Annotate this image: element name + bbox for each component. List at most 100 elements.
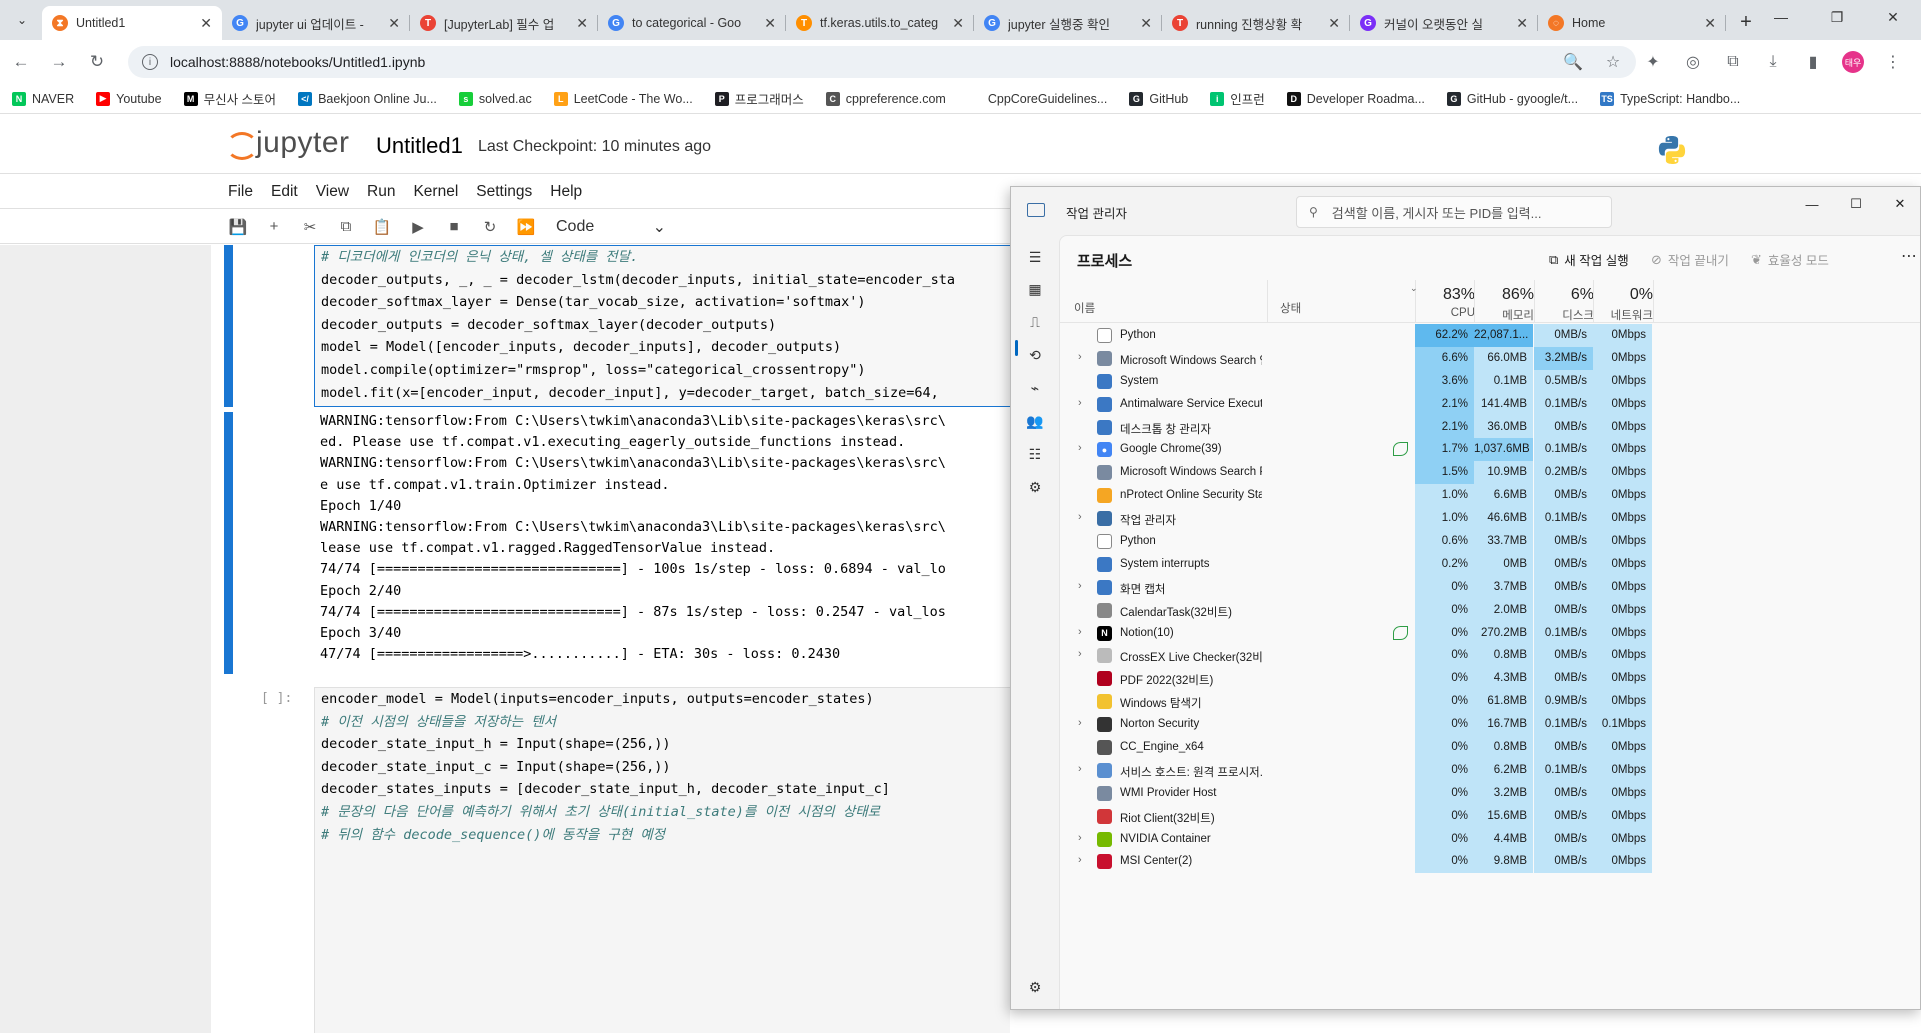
bookmark-item[interactable]: L LeetCode - The Wo... (553, 91, 693, 106)
process-row[interactable]: › CrossEX Live Checker(32비트) 0% 0.8MB 0MB/s 0… (1060, 644, 1920, 668)
jupyter-logo[interactable]: jupyter (226, 126, 350, 160)
run-icon[interactable]: ▶ (400, 213, 436, 241)
bookmark-star-icon[interactable]: ☆ (1597, 46, 1629, 78)
process-row[interactable]: PDF 2022(32비트) 0% 4.3MB 0MB/s 0Mbps (1060, 667, 1920, 691)
chevron-right-icon[interactable]: › (1078, 580, 1082, 592)
tab-active[interactable]: ⧗ Untitled1 ✕ (42, 6, 222, 40)
run-new-task-button[interactable]: ⧉ 새 작업 실행 (1549, 250, 1629, 269)
tab-close-icon[interactable]: ✕ (1704, 15, 1716, 32)
menu-help[interactable]: Help (550, 183, 582, 201)
profile-avatar[interactable]: 태우 (1842, 51, 1864, 73)
close-icon[interactable]: ✕ (1878, 187, 1920, 221)
cell-editor[interactable]: # 디코더에게 인코더의 은닉 상태, 셀 상태를 전달. decoder_out… (314, 245, 1010, 407)
column-network[interactable]: 0% 네트워크 (1593, 286, 1653, 323)
tab-search-button[interactable]: ⌄ (8, 6, 36, 34)
efficiency-mode-button[interactable]: ❦ 효율성 모드 (1751, 250, 1829, 269)
tab-close-icon[interactable]: ✕ (1328, 15, 1340, 32)
bookmark-item[interactable]: CppCoreGuidelines... (967, 91, 1107, 106)
tab[interactable]: T [JupyterLab] 필수 업 ✕ (410, 6, 598, 40)
process-row[interactable]: System 3.6% 0.1MB 0.5MB/s 0Mbps (1060, 369, 1920, 393)
tab[interactable]: Gjupyter ui 업데이트 - ✕ (222, 6, 410, 40)
process-row[interactable]: CalendarTask(32비트) 0% 2.0MB 0MB/s 0Mbps (1060, 598, 1920, 622)
tab[interactable]: Trunning 진행상황 확 ✕ (1162, 6, 1350, 40)
restart-icon[interactable]: ↻ (472, 213, 508, 241)
cell-collapser[interactable] (224, 245, 233, 407)
bookmark-item[interactable]: G GitHub - gyoogle/t... (1446, 91, 1578, 106)
process-row[interactable]: › 화면 캡처 0% 3.7MB 0MB/s 0Mbps (1060, 575, 1920, 599)
paste-icon[interactable]: 📋 (364, 213, 400, 241)
settings-icon[interactable]: ⚙ (1023, 975, 1047, 999)
tab[interactable]: Gjupyter 실행중 확인 ✕ (974, 6, 1162, 40)
bookmark-item[interactable]: Ccppreference.com (825, 91, 946, 106)
add-cell-icon[interactable]: + (256, 213, 292, 241)
process-row[interactable]: › MSI Center(2) 0% 9.8MB 0MB/s 0Mbps (1060, 850, 1920, 874)
column-memory[interactable]: 86% 메모리 (1474, 286, 1534, 323)
zoom-icon[interactable]: 🔍 (1557, 46, 1589, 78)
process-row[interactable]: CC_Engine_x64 0% 0.8MB 0MB/s 0Mbps (1060, 736, 1920, 759)
cell-editor[interactable]: encoder_model = Model(inputs=encoder_inp… (314, 687, 1010, 1033)
cut-icon[interactable]: ✂ (292, 213, 328, 241)
address-bar[interactable]: i localhost:8888/notebooks/Untitled1.ipy… (128, 46, 1636, 78)
services-nav-icon[interactable]: ⚙ (1023, 475, 1047, 499)
chevron-right-icon[interactable]: › (1078, 854, 1082, 866)
process-row[interactable]: Microsoft Windows Search Pr... 1.5%10.9MB… (1060, 461, 1920, 485)
tab-close-icon[interactable]: ✕ (388, 15, 400, 32)
bookmark-item[interactable]: </ Baekjoon Online Ju... (298, 91, 437, 106)
hamburger-icon[interactable]: ☰ (1023, 245, 1047, 269)
forward-icon[interactable]: → (42, 45, 76, 79)
bookmark-item[interactable]: D Developer Roadma... (1286, 91, 1425, 106)
process-row[interactable]: Python 62.2% 22,087.1... 0MB/s 0Mbps (1060, 324, 1920, 347)
bookmark-item[interactable]: ▶ Youtube (96, 91, 162, 106)
tab-close-icon[interactable]: ✕ (764, 15, 776, 32)
process-row[interactable]: WMI Provider Host 0% 3.2MB 0MB/s 0Mbps (1060, 781, 1920, 805)
tab-close-icon[interactable]: ✕ (576, 15, 588, 32)
menu-file[interactable]: File (228, 183, 253, 201)
process-row[interactable]: Riot Client(32비트) 0% 15.6MB 0MB/s 0Mbps (1060, 804, 1920, 828)
chevron-right-icon[interactable]: › (1078, 717, 1082, 729)
column-name[interactable]: 이름 (1074, 300, 1095, 316)
tab[interactable]: Ttf.keras.utils.to_categ ✕ (786, 6, 974, 40)
back-icon[interactable]: ← (4, 45, 38, 79)
chevron-right-icon[interactable]: › (1078, 351, 1082, 363)
process-row[interactable]: › N Notion(10) 0% 270.2MB 0.1MB/s 0Mbps (1060, 621, 1920, 645)
details-nav-icon[interactable]: ☷ (1023, 442, 1047, 466)
extension-icon[interactable]: ✦ (1637, 46, 1669, 78)
process-row[interactable]: › 작업 관리자 1.0% 46.6MB 0.1MB/s 0Mbps (1060, 507, 1920, 531)
copy-icon[interactable]: ⧉ (328, 213, 364, 241)
process-search-input[interactable]: ⚲ 검색할 이름, 게시자 또는 PID를 입력... (1296, 196, 1612, 228)
column-cpu[interactable]: 83% CPU (1415, 286, 1475, 319)
tab-close-icon[interactable]: ✕ (200, 15, 212, 32)
process-row[interactable]: Python 0.6% 33.7MB 0MB/s 0Mbps (1060, 530, 1920, 553)
chevron-right-icon[interactable]: › (1078, 626, 1082, 638)
chevron-right-icon[interactable]: › (1078, 832, 1082, 844)
bookmark-item[interactable]: i 인프런 (1210, 89, 1265, 108)
save-icon[interactable]: 💾 (220, 213, 256, 241)
bookmark-item[interactable]: G GitHub (1129, 91, 1188, 106)
site-info-icon[interactable]: i (142, 54, 158, 70)
process-row[interactable]: › ● Google Chrome(39) 1.7% 1,037.6MB 0.1MB/s 0… (1060, 438, 1920, 462)
bookmark-item[interactable]: TS TypeScript: Handbo... (1600, 91, 1740, 106)
column-disk[interactable]: 6% 디스크 (1534, 286, 1594, 323)
menu-kernel[interactable]: Kernel (413, 183, 458, 201)
extension2-icon[interactable]: ◎ (1677, 46, 1709, 78)
tab[interactable]: ◌ Home ✕ (1538, 6, 1726, 40)
tab[interactable]: G 커널이 오랫동안 실 ✕ (1350, 6, 1538, 40)
bookmark-item[interactable]: N NAVER (12, 91, 74, 106)
end-task-button[interactable]: ⊘ 작업 끝내기 (1651, 250, 1729, 269)
process-row[interactable]: › Microsoft Windows Search 인... 6.6%66.0MB… (1060, 346, 1920, 370)
minimize-icon[interactable]: — (1790, 187, 1834, 221)
performance-nav-icon[interactable]: ⎍ (1023, 310, 1047, 334)
process-row[interactable]: Windows 탐색기 0% 61.8MB 0.9MB/s 0Mbps (1060, 690, 1920, 714)
chevron-right-icon[interactable]: › (1078, 648, 1082, 660)
menu-run[interactable]: Run (367, 183, 395, 201)
chevron-right-icon[interactable]: › (1078, 763, 1082, 775)
chevron-right-icon[interactable]: › (1078, 442, 1082, 454)
chevron-right-icon[interactable]: › (1078, 511, 1082, 523)
restore-icon[interactable]: ❐ (1809, 0, 1865, 34)
menu-edit[interactable]: Edit (271, 183, 298, 201)
process-row[interactable]: › Norton Security 0% 16.7MB 0.1MB/s 0.1Mbps (1060, 713, 1920, 737)
output-collapser[interactable] (224, 412, 233, 674)
tab-close-icon[interactable]: ✕ (1140, 15, 1152, 32)
startup-apps-nav-icon[interactable]: ⌁ (1023, 376, 1047, 400)
app-history-nav-icon[interactable]: ⟲ (1023, 343, 1047, 367)
